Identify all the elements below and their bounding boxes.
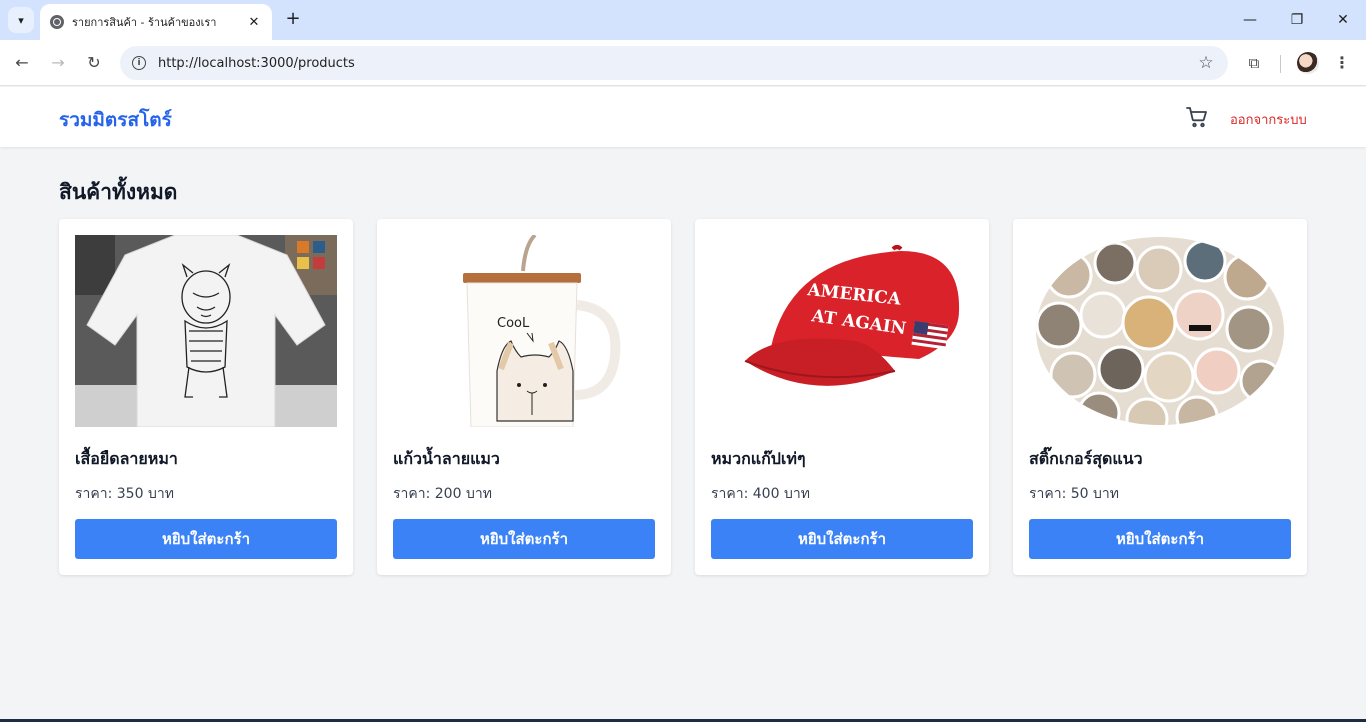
product-card: AMERICA AT AGAIN หมวกแก๊ปเท่ๆ ราคา: 400 …: [695, 219, 989, 575]
product-card: สติ๊กเกอร์สุดแนว ราคา: 50 บาท หยิบใส่ตะก…: [1013, 219, 1307, 575]
site-brand-logo[interactable]: รวมมิตรสโตร์: [59, 105, 172, 135]
shopping-cart-icon[interactable]: [1185, 105, 1209, 129]
browser-toolbar: ← → ↻ i http://localhost:3000/products ☆…: [0, 40, 1366, 86]
tshirt-dog-image: [75, 235, 337, 427]
product-card: เสื้อยืดลายหมา ราคา: 350 บาท หยิบใส่ตะกร…: [59, 219, 353, 575]
browser-tab[interactable]: รายการสินค้า - ร้านค้าของเรา ✕: [40, 4, 272, 40]
product-card: CooL แก้วน้ำลายแมว ราคา: 200 บาท หยิบใส่…: [377, 219, 671, 575]
profile-avatar[interactable]: [1297, 52, 1319, 74]
product-price: ราคา: 50 บาท: [1029, 486, 1120, 502]
page-title: สินค้าทั้งหมด: [59, 180, 178, 204]
url-text[interactable]: http://localhost:3000/products: [158, 56, 1196, 71]
kebab-menu-icon[interactable]: ⋮: [1334, 52, 1350, 74]
minimize-button[interactable]: —: [1238, 8, 1262, 32]
back-arrow-icon[interactable]: ←: [10, 51, 34, 75]
close-window-button[interactable]: ✕: [1331, 8, 1355, 32]
product-price: ราคา: 400 บาท: [711, 486, 810, 502]
tab-search-button[interactable]: ▾: [8, 7, 34, 33]
address-bar[interactable]: i http://localhost:3000/products ☆: [120, 46, 1228, 80]
product-price: ราคา: 350 บาท: [75, 486, 174, 502]
reload-icon[interactable]: ↻: [82, 51, 106, 75]
cat-stickers-image: [1029, 235, 1291, 427]
bookmark-star-icon[interactable]: ☆: [1196, 53, 1216, 73]
globe-icon: [50, 15, 64, 29]
tab-title: รายการสินค้า - ร้านค้าของเรา: [72, 16, 217, 29]
product-name: เสื้อยืดลายหมา: [75, 449, 178, 468]
browser-tab-bar: ▾ รายการสินค้า - ร้านค้าของเรา ✕ + — ❐ ✕: [0, 0, 1366, 40]
tab-close-icon[interactable]: ✕: [246, 15, 262, 30]
info-icon[interactable]: i: [132, 56, 146, 70]
product-name: แก้วน้ำลายแมว: [393, 449, 500, 468]
product-image: [1029, 235, 1291, 427]
add-to-cart-button[interactable]: หยิบใส่ตะกร้า: [75, 519, 337, 559]
red-cap-image: AMERICA AT AGAIN: [711, 235, 973, 427]
product-name: หมวกแก๊ปเท่ๆ: [711, 449, 806, 468]
product-name: สติ๊กเกอร์สุดแนว: [1029, 449, 1143, 468]
mug-text: CooL: [497, 316, 530, 331]
forward-arrow-icon[interactable]: →: [46, 51, 70, 75]
mug-cat-image: CooL: [393, 235, 655, 427]
site-header: รวมมิตรสโตร์ ออกจากระบบ: [0, 87, 1366, 147]
restore-button[interactable]: ❐: [1285, 8, 1309, 32]
product-image: CooL: [393, 235, 655, 427]
add-to-cart-button[interactable]: หยิบใส่ตะกร้า: [711, 519, 973, 559]
product-price: ราคา: 200 บาท: [393, 486, 492, 502]
extensions-puzzle-icon[interactable]: ⧉: [1243, 52, 1265, 74]
add-to-cart-button[interactable]: หยิบใส่ตะกร้า: [1029, 519, 1291, 559]
toolbar-divider: [1280, 55, 1281, 73]
logout-link[interactable]: ออกจากระบบ: [1230, 109, 1307, 130]
product-image: AMERICA AT AGAIN: [711, 235, 973, 427]
add-to-cart-button[interactable]: หยิบใส่ตะกร้า: [393, 519, 655, 559]
product-image: [75, 235, 337, 427]
new-tab-button[interactable]: +: [282, 8, 304, 30]
